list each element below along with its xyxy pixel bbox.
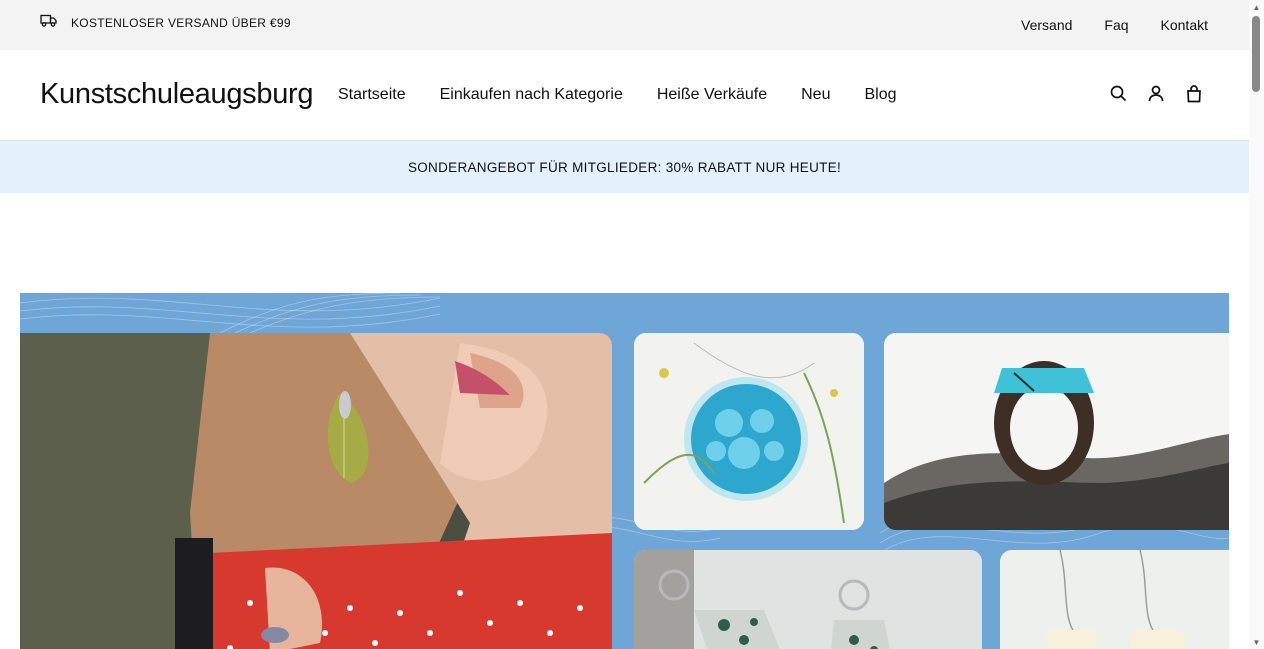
free-shipping-notice: KOSTENLOSER VERSAND ÜBER €99	[40, 14, 291, 32]
page-scrollbar[interactable]: ▲ ▼	[1249, 0, 1264, 649]
top-announcement-bar: KOSTENLOSER VERSAND ÜBER €99 Versand Faq…	[0, 0, 1249, 50]
link-faq[interactable]: Faq	[1104, 17, 1128, 33]
scroll-up-arrow-icon[interactable]: ▲	[1252, 3, 1261, 12]
hero-image-moss-agate-earrings	[634, 550, 982, 649]
header-actions	[1109, 83, 1203, 103]
top-links: Versand Faq Kontakt	[1021, 17, 1208, 33]
hero-image-resin-flower-earrings	[1000, 550, 1229, 649]
truck-icon	[40, 14, 57, 32]
nav-heisse-verkaeufe[interactable]: Heiße Verkäufe	[657, 86, 767, 104]
link-kontakt[interactable]: Kontakt	[1161, 17, 1208, 33]
account-icon[interactable]	[1147, 83, 1165, 103]
nav-startseite[interactable]: Startseite	[338, 86, 406, 104]
main-nav: Startseite Einkaufen nach Kategorie Heiß…	[338, 86, 897, 104]
nav-blog[interactable]: Blog	[864, 86, 896, 104]
promo-banner: SONDERANGEBOT FÜR MITGLIEDER: 30% RABATT…	[0, 141, 1249, 193]
nav-einkaufen-nach-kategorie[interactable]: Einkaufen nach Kategorie	[440, 86, 623, 104]
scroll-down-arrow-icon[interactable]: ▼	[1252, 638, 1261, 647]
hero-image-woman-earrings	[20, 333, 612, 649]
hero-image-wood-ring	[884, 333, 1229, 530]
scrollbar-thumb[interactable]	[1252, 16, 1260, 92]
hero-image-blue-pendant	[634, 333, 864, 530]
promo-text: SONDERANGEBOT FÜR MITGLIEDER: 30% RABATT…	[407, 159, 842, 175]
site-header: Kunstschuleaugsburg Startseite Einkaufen…	[0, 50, 1249, 141]
hero-banner[interactable]	[20, 293, 1229, 649]
cart-bag-icon[interactable]	[1185, 83, 1203, 103]
nav-neu[interactable]: Neu	[801, 86, 830, 104]
site-logo[interactable]: Kunstschuleaugsburg	[40, 78, 314, 111]
search-icon[interactable]	[1109, 83, 1127, 103]
link-versand[interactable]: Versand	[1021, 17, 1072, 33]
shipping-text: KOSTENLOSER VERSAND ÜBER €99	[71, 16, 291, 30]
